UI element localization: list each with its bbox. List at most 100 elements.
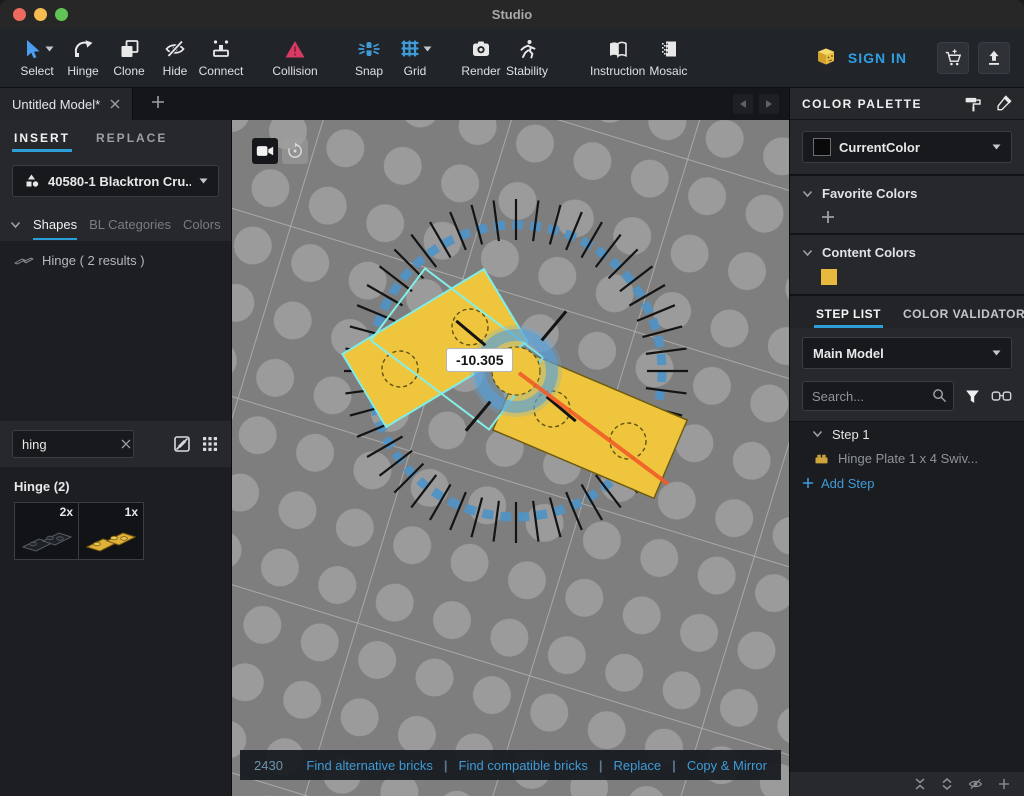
select-tool-button[interactable]: Select [14, 31, 60, 85]
collapse-all-icon[interactable] [914, 778, 926, 790]
tab-scroll-arrows [733, 94, 789, 114]
filter-funnel-icon[interactable] [964, 388, 981, 405]
chevron-down-icon [812, 430, 823, 438]
insert-replace-tabs: INSERT REPLACE [0, 120, 231, 152]
snap-toggle-button[interactable]: Snap [346, 31, 392, 85]
orbit-mode-button[interactable] [282, 138, 308, 164]
step-part-row[interactable]: Hinge Plate 1 x 4 Swiv... [790, 446, 1024, 470]
caret-down-icon [423, 46, 432, 52]
content-colors-header[interactable]: Content Colors [790, 242, 1024, 263]
goggles-icon[interactable] [991, 389, 1012, 404]
chevron-down-icon[interactable] [10, 221, 21, 229]
video-camera-icon [256, 144, 274, 158]
no-image-filter-icon[interactable] [173, 435, 191, 453]
context-actions: Find alternative bricks | Find compatibl… [306, 758, 767, 773]
tab-scroll-right-button[interactable] [759, 94, 779, 114]
caret-down-icon [992, 350, 1001, 356]
connect-tool-button[interactable]: Connect [198, 31, 244, 85]
grid-tool-button[interactable]: Grid [392, 31, 438, 85]
stability-button[interactable]: Stability [504, 31, 550, 85]
main-toolbar: Select Hinge Clone Hide Connect Collisio… [0, 28, 1024, 88]
plus-icon [802, 477, 814, 489]
add-step-button[interactable]: Add Step [790, 470, 1024, 496]
find-compatible-bricks-link[interactable]: Find compatible bricks [459, 758, 588, 773]
part-thumbnail-hinge-dark[interactable]: 2x [14, 502, 79, 560]
shape-filter-tabs: Shapes BL Categories Colors [0, 209, 231, 241]
filter-tab-bl-categories[interactable]: BL Categories [89, 217, 171, 234]
tab-scroll-left-button[interactable] [733, 94, 753, 114]
copy-mirror-link[interactable]: Copy & Mirror [687, 758, 767, 773]
filter-tab-colors[interactable]: Colors [183, 217, 221, 234]
grid-view-icon[interactable] [201, 435, 219, 453]
caret-down-icon [199, 178, 208, 184]
search-view-options [173, 435, 219, 453]
expand-all-icon[interactable] [941, 778, 953, 790]
document-tabbar: Untitled Model* [0, 88, 789, 120]
cart-button[interactable] [937, 42, 969, 74]
content-color-swatch-yellow[interactable] [821, 269, 837, 285]
step-1-row[interactable]: Step 1 [790, 422, 1024, 446]
clear-search-button[interactable] [116, 434, 136, 454]
category-list: Hinge ( 2 results ) [0, 241, 231, 421]
separator: | [444, 758, 448, 773]
paint-roller-icon[interactable] [964, 95, 982, 113]
replace-link[interactable]: Replace [613, 758, 661, 773]
collision-toggle-button[interactable]: Collision [272, 31, 318, 85]
current-color-label: CurrentColor [839, 140, 984, 155]
current-color-dropdown[interactable]: CurrentColor [802, 131, 1012, 163]
main-model-dropdown[interactable]: Main Model [802, 337, 1012, 369]
separator: | [599, 758, 603, 773]
tab-step-list[interactable]: STEP LIST [816, 307, 881, 328]
tab-insert[interactable]: INSERT [14, 131, 70, 152]
add-item-icon[interactable] [998, 778, 1010, 790]
eyedropper-icon[interactable] [994, 95, 1012, 113]
content-row: INSERT REPLACE 40580-1 Blacktron Cru... … [0, 120, 789, 796]
caret-down-icon [992, 144, 1001, 150]
content-colors-label: Content Colors [822, 245, 916, 260]
sign-in-button[interactable]: SIGN IN [814, 46, 907, 70]
eye-off-icon[interactable] [968, 778, 983, 790]
category-item-hinge[interactable]: Hinge ( 2 results ) [0, 249, 231, 272]
viewport[interactable]: -10.305 2430 Find alternative bricks | F… [232, 120, 789, 796]
hinge-rotate-icon [72, 38, 94, 60]
content-colors-section: Content Colors [790, 235, 1024, 296]
tool-label: Snap [355, 64, 383, 78]
model-selector-dropdown[interactable]: 40580-1 Blacktron Cru... [12, 165, 219, 197]
part-thumbnail-hinge-yellow[interactable]: 1x [79, 502, 144, 560]
mosaic-button[interactable]: Mosaic [645, 31, 691, 85]
filter-tab-shapes[interactable]: Shapes [33, 217, 77, 234]
new-tab-button[interactable] [151, 95, 165, 114]
instruction-button[interactable]: Instruction [590, 31, 645, 85]
studio-app-window: Studio Select Hinge Clone Hide Connect C… [0, 0, 1024, 796]
hinge-tool-button[interactable]: Hinge [60, 31, 106, 85]
camera-view-button[interactable] [252, 138, 278, 164]
color-palette-header: COLOR PALETTE [790, 88, 1024, 120]
baseplate [232, 120, 789, 796]
caret-down-icon [45, 46, 54, 52]
tool-label: Render [461, 64, 500, 78]
instruction-book-icon [607, 38, 629, 60]
tool-label: Clone [113, 64, 144, 78]
add-favorite-color-button[interactable] [821, 210, 835, 224]
document-tab[interactable]: Untitled Model* [0, 88, 133, 120]
render-button[interactable]: Render [458, 31, 504, 85]
tab-replace[interactable]: REPLACE [96, 131, 167, 152]
step-list: Step 1 Hinge Plate 1 x 4 Swiv... Add Ste… [790, 422, 1024, 772]
part-id: 2430 [254, 758, 283, 773]
clone-tool-button[interactable]: Clone [106, 31, 152, 85]
viewport-canvas[interactable] [232, 120, 789, 796]
hide-tool-button[interactable]: Hide [152, 31, 198, 85]
find-alternative-bricks-link[interactable]: Find alternative bricks [306, 758, 432, 773]
tool-label: Hide [163, 64, 188, 78]
upload-button[interactable] [978, 42, 1010, 74]
close-tab-icon[interactable] [110, 99, 120, 109]
tool-label: Mosaic [649, 64, 687, 78]
tab-color-validator[interactable]: COLOR VALIDATOR [903, 307, 1024, 328]
workspace: Untitled Model* INSERT REPLACE [0, 88, 1024, 796]
hinge-plate-yellow-image [83, 525, 140, 555]
upload-icon [984, 48, 1004, 68]
search-results: Hinge (2) 2x 1x [0, 467, 231, 796]
tool-label: Connect [199, 64, 244, 78]
step-label: Step 1 [832, 427, 870, 442]
favorite-colors-header[interactable]: Favorite Colors [790, 183, 1024, 204]
